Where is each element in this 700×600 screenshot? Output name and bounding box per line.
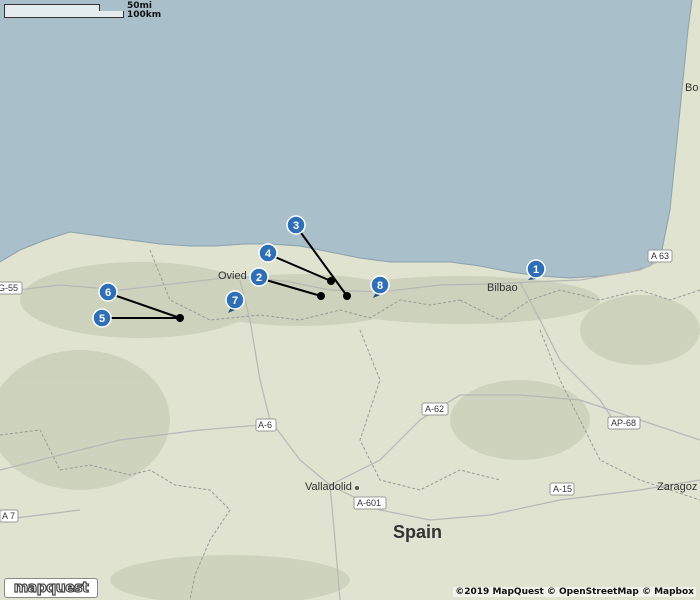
scale-label-km: 100km: [127, 10, 162, 20]
connector-line-2: [258, 277, 322, 297]
map-attribution[interactable]: ©2019 MapQuest © OpenStreetMap © Mapbox: [453, 587, 696, 597]
svg-text:6: 6: [105, 287, 111, 299]
svg-text:8: 8: [377, 280, 383, 292]
connector-line-4: [267, 253, 332, 282]
mapquest-logo[interactable]: mapquest: [4, 578, 98, 598]
road-shield-a62: A-62: [421, 402, 449, 416]
scale-bar-km: [4, 11, 124, 18]
scale-bar-miles: [4, 4, 100, 11]
road-shield-g55: G-55: [0, 281, 23, 295]
road-shield-a15: A-15: [549, 482, 575, 496]
svg-text:5: 5: [99, 313, 105, 325]
road-shield-a601: A-601: [353, 496, 387, 510]
map-marker-7[interactable]: 7: [225, 290, 245, 313]
map-marker-4[interactable]: 4: [258, 243, 278, 263]
connector-line-3: [295, 225, 348, 297]
svg-text:G-55: G-55: [0, 283, 18, 293]
map-view[interactable]: Spain Valladolid Bilbao Ovied Zaragoz Bo…: [0, 0, 700, 600]
svg-text:7: 7: [232, 295, 238, 307]
map-marker-3[interactable]: 3: [286, 215, 306, 235]
map-marker-5[interactable]: 5: [92, 308, 112, 328]
map-marker-2[interactable]: 2: [249, 267, 269, 287]
place-label-bo: Bo: [685, 82, 698, 94]
anchor-dot-3: [343, 292, 351, 300]
place-label-bilbao: Bilbao: [487, 282, 518, 294]
svg-text:4: 4: [265, 248, 272, 260]
place-label-spain: Spain: [393, 522, 442, 542]
map-marker-6[interactable]: 6: [98, 282, 118, 302]
anchor-dot-4: [327, 277, 335, 285]
anchor-dot-2: [317, 292, 325, 300]
city-dot-valladolid: [355, 486, 359, 490]
place-label-zaragoza: Zaragoz: [657, 481, 697, 493]
place-label-valladolid: Valladolid: [305, 481, 352, 493]
road-shield-ap68: AP-68: [607, 416, 641, 430]
road-shield-a63: A 63: [647, 249, 673, 263]
svg-text:1: 1: [533, 264, 539, 276]
connector-line-6: [107, 292, 181, 319]
svg-text:A 7: A 7: [2, 511, 15, 521]
logo-text: mapquest: [13, 579, 89, 596]
svg-text:A-15: A-15: [553, 484, 572, 494]
road-shield-a6: A-6: [255, 418, 277, 432]
svg-text:A-601: A-601: [357, 498, 381, 508]
road-shield-a7: A 7: [0, 509, 19, 523]
anchor-dot-5-6: [176, 314, 184, 322]
svg-text:AP-68: AP-68: [611, 418, 636, 428]
svg-text:A-62: A-62: [425, 404, 444, 414]
svg-text:A 63: A 63: [651, 251, 669, 261]
place-label-oviedo: Ovied: [218, 270, 247, 282]
svg-text:3: 3: [293, 220, 299, 232]
map-marker-1[interactable]: 1: [526, 259, 546, 280]
overlay-layer: Spain Valladolid Bilbao Ovied Zaragoz Bo…: [0, 82, 698, 542]
svg-text:A-6: A-6: [258, 420, 272, 430]
map-marker-8[interactable]: 8: [370, 275, 390, 298]
svg-text:2: 2: [256, 272, 262, 284]
